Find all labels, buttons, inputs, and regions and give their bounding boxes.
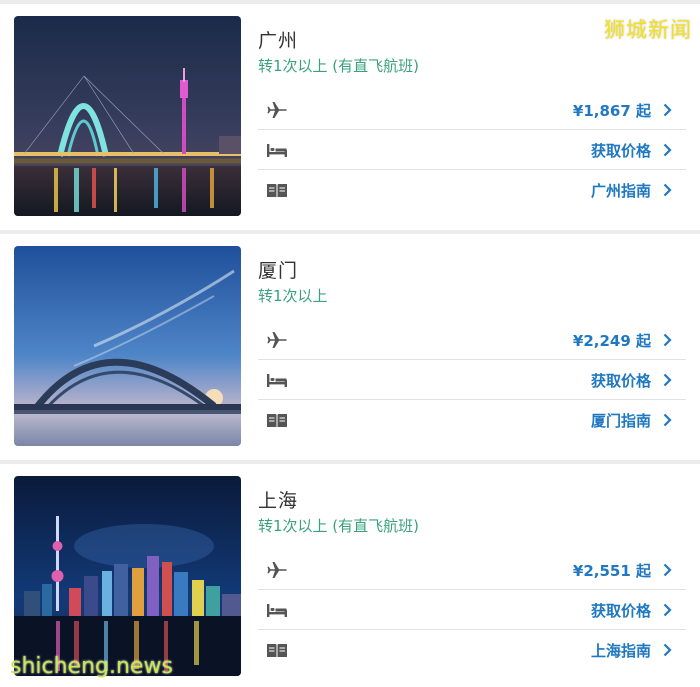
chevron-right-icon[interactable]	[663, 563, 672, 577]
flight-price[interactable]: ¥1,867 起	[573, 100, 651, 121]
book-icon	[266, 410, 288, 430]
xiamen-photo[interactable]	[14, 246, 241, 446]
city-guide-link[interactable]: 广州指南	[591, 180, 651, 201]
flight-price-row[interactable]: ¥2,551 起	[258, 550, 686, 590]
watermark-site-text: shicheng.news	[10, 654, 173, 679]
chevron-right-icon[interactable]	[663, 143, 672, 157]
city-guide-row[interactable]: 厦门指南	[258, 400, 686, 440]
city-guide-row[interactable]: 广州指南	[258, 170, 686, 210]
chevron-right-icon[interactable]	[663, 333, 672, 347]
option-list: ¥2,249 起 获取价格 厦门指南	[258, 320, 686, 440]
city-name[interactable]: 上海	[258, 486, 298, 513]
city-name[interactable]: 广州	[258, 26, 298, 53]
hotel-price-link[interactable]: 获取价格	[591, 140, 651, 161]
chevron-right-icon[interactable]	[663, 103, 672, 117]
city-guide-link[interactable]: 上海指南	[591, 640, 651, 661]
option-list: ¥1,867 起 获取价格 广州指南	[258, 90, 686, 210]
city-guide-row[interactable]: 上海指南	[258, 630, 686, 670]
flight-price[interactable]: ¥2,249 起	[573, 330, 651, 351]
guangzhou-photo[interactable]	[14, 16, 241, 216]
book-icon	[266, 640, 288, 660]
airplane-icon	[266, 100, 288, 120]
airplane-icon	[266, 560, 288, 580]
bed-icon	[266, 370, 288, 390]
city-name[interactable]: 厦门	[258, 256, 298, 283]
hotel-price-link[interactable]: 获取价格	[591, 600, 651, 621]
transfer-info: 转1次以上	[258, 287, 328, 305]
option-list: ¥2,551 起 获取价格 上海指南	[258, 550, 686, 670]
chevron-right-icon[interactable]	[663, 603, 672, 617]
hotel-price-link[interactable]: 获取价格	[591, 370, 651, 391]
transfer-info: 转1次以上 (有直飞航班)	[258, 517, 420, 535]
flight-price-row[interactable]: ¥1,867 起	[258, 90, 686, 130]
transfer-info: 转1次以上 (有直飞航班)	[258, 57, 420, 75]
shanghai-photo[interactable]	[14, 476, 241, 676]
watermark-logo-text: 狮城新闻	[604, 18, 692, 42]
book-icon	[266, 180, 288, 200]
hotel-price-row[interactable]: 获取价格	[258, 590, 686, 630]
city-guide-link[interactable]: 厦门指南	[591, 410, 651, 431]
chevron-right-icon[interactable]	[663, 643, 672, 657]
flight-price[interactable]: ¥2,551 起	[573, 560, 651, 581]
bed-icon	[266, 140, 288, 160]
destination-card-guangzhou[interactable]: 广州 转1次以上 (有直飞航班) ¥1,867 起 获取价格 广州指南	[0, 4, 700, 230]
chevron-right-icon[interactable]	[663, 373, 672, 387]
destination-card-xiamen[interactable]: 厦门 转1次以上 ¥2,249 起 获取价格 厦门指南	[0, 234, 700, 460]
airplane-icon	[266, 330, 288, 350]
hotel-price-row[interactable]: 获取价格	[258, 360, 686, 400]
chevron-right-icon[interactable]	[663, 183, 672, 197]
flight-price-row[interactable]: ¥2,249 起	[258, 320, 686, 360]
hotel-price-row[interactable]: 获取价格	[258, 130, 686, 170]
chevron-right-icon[interactable]	[663, 413, 672, 427]
bed-icon	[266, 600, 288, 620]
